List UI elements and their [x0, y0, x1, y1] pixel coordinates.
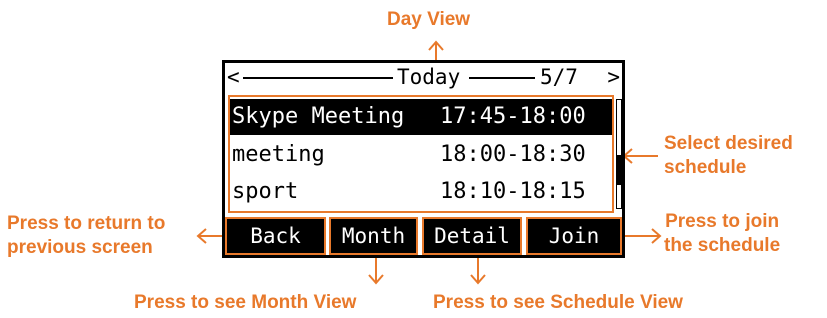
join-label: Press to join the schedule — [664, 210, 780, 258]
schedule-label: Press to see Schedule View — [433, 292, 683, 313]
return-label: Press to return to previous screen — [7, 212, 165, 260]
schedule-name: meeting — [232, 142, 325, 167]
join-line-1: Press to join — [665, 211, 780, 232]
return-line-2: previous screen — [7, 237, 153, 258]
schedule-time: 18:10-18:15 — [440, 179, 586, 204]
schedule-name: Skype Meeting — [232, 104, 405, 129]
scrollbar-thumb[interactable] — [617, 155, 621, 185]
join-line-2: the schedule — [664, 235, 781, 256]
schedule-row[interactable]: sport 18:10-18:15 — [230, 174, 612, 210]
month-label: Press to see Month View — [134, 292, 357, 313]
detail-softkey[interactable]: Detail — [422, 217, 522, 255]
phone-screen: < Today 5/7 > Skype Meeting 17:45-18:00 … — [222, 60, 625, 258]
schedule-row[interactable]: Skype Meeting 17:45-18:00 — [230, 99, 612, 135]
select-line-1: Select desired — [664, 133, 793, 154]
schedule-name: sport — [232, 179, 299, 204]
prev-arrow-icon[interactable]: < — [227, 65, 240, 89]
next-arrow-icon[interactable]: > — [607, 65, 620, 89]
return-line-1: Press to return to — [7, 213, 166, 234]
screen-header: < Today 5/7 > — [225, 63, 622, 93]
page-indicator: 5/7 — [540, 65, 578, 89]
schedule-row[interactable]: meeting 18:00-18:30 — [230, 137, 612, 173]
month-softkey[interactable]: Month — [329, 217, 418, 255]
schedule-time: 17:45-18:00 — [440, 104, 586, 129]
screen-title: Today — [397, 65, 461, 89]
header-rule-left — [243, 77, 393, 79]
join-softkey[interactable]: Join — [526, 217, 622, 255]
schedule-list: Skype Meeting 17:45-18:00 meeting 18:00-… — [228, 95, 614, 213]
select-line-2: schedule — [664, 157, 747, 178]
softkey-bar: Back Month Detail Join — [225, 217, 622, 255]
scrollbar[interactable] — [616, 99, 622, 209]
back-softkey[interactable]: Back — [225, 217, 326, 255]
select-label: Select desired schedule — [664, 132, 793, 180]
header-rule-right — [469, 77, 535, 79]
day-view-label: Day View — [387, 9, 471, 30]
schedule-time: 18:00-18:30 — [440, 142, 586, 167]
